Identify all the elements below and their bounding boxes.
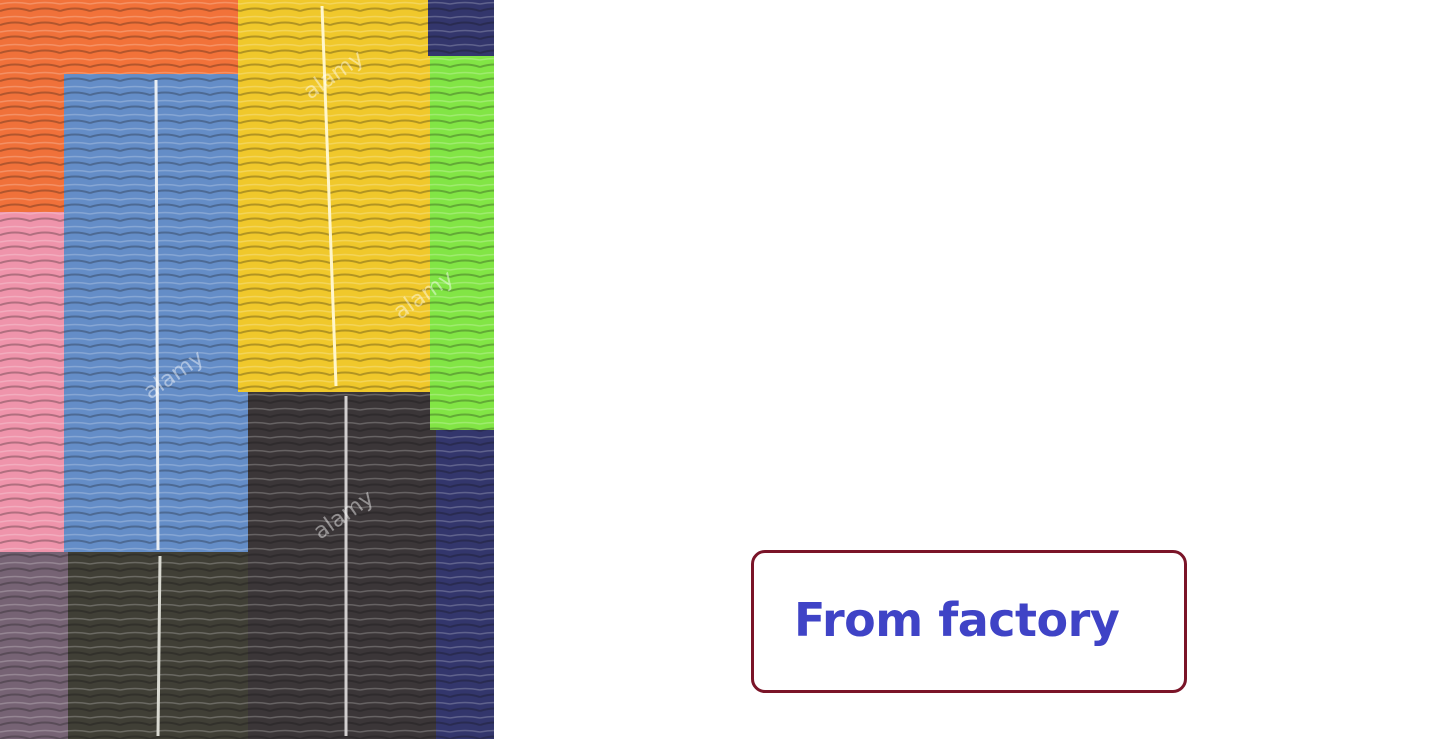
clothes-stacks-image: alamy alamy alamy alamy xyxy=(0,0,494,739)
slide: alamy alamy alamy alamy From factory xyxy=(0,0,1456,746)
from-factory-label: From factory xyxy=(794,593,1120,647)
from-factory-label-box: From factory xyxy=(751,550,1187,693)
folded-clothes-photo: alamy alamy alamy alamy xyxy=(0,0,494,739)
